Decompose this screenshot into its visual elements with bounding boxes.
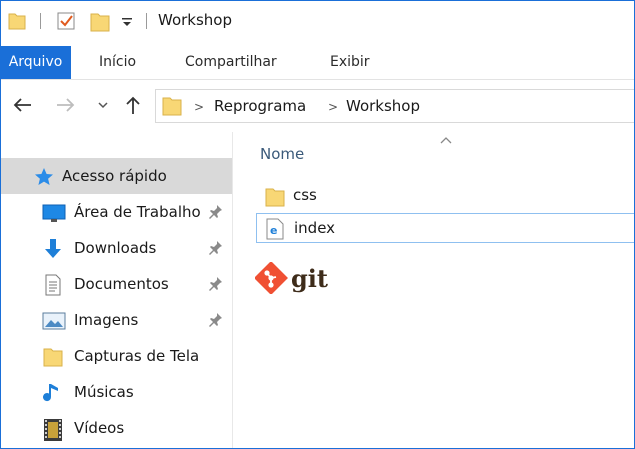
sidebar-item-imagens[interactable]: Imagens [0, 302, 232, 338]
tab-exibir[interactable]: Exibir [330, 46, 370, 79]
sidebar-item-label: Documentos [74, 275, 169, 293]
file-name: css [293, 186, 317, 204]
git-logo-text: git [291, 264, 328, 293]
breadcrumb-separator: > [328, 100, 339, 114]
sidebar-item-acesso-rapido[interactable]: Acesso rápido [0, 158, 232, 194]
navigation-pane: Acesso rápido Área de Trabalho Downloads… [0, 132, 232, 449]
breadcrumb-separator: > [194, 100, 205, 114]
properties-checkbox-icon[interactable] [56, 11, 76, 35]
file-row-css[interactable]: css [256, 181, 635, 211]
folder-icon [162, 95, 182, 121]
desktop-icon [42, 202, 66, 224]
sidebar-item-videos[interactable]: Vídeos [0, 410, 232, 446]
pin-icon[interactable] [207, 204, 223, 220]
download-arrow-icon [42, 238, 64, 260]
sidebar-item-label: Acesso rápido [62, 167, 167, 185]
folder-icon[interactable] [8, 11, 26, 35]
window-title: Workshop [158, 11, 233, 29]
breadcrumb-reprograma[interactable]: Reprograma [214, 97, 306, 115]
document-icon [42, 274, 64, 296]
back-arrow-icon[interactable] [11, 94, 33, 116]
sidebar-item-musicas[interactable]: Músicas [0, 374, 232, 410]
folder-icon [42, 346, 64, 368]
sidebar-item-label: Área de Trabalho [74, 203, 201, 221]
navigation-bar: > Reprograma > Workshop [0, 80, 635, 132]
sidebar-item-downloads[interactable]: Downloads [0, 230, 232, 266]
customize-toolbar-dropdown-icon[interactable] [121, 13, 133, 33]
music-note-icon [42, 382, 64, 404]
star-icon [33, 166, 55, 188]
folder-icon [264, 186, 286, 212]
sidebar-item-label: Vídeos [74, 419, 125, 437]
sidebar-item-label: Downloads [74, 239, 157, 257]
sidebar-item-label: Imagens [74, 311, 139, 329]
ribbon-tabs: Arquivo Início Compartilhar Exibir [0, 46, 635, 80]
sidebar-item-label: Músicas [74, 383, 134, 401]
up-arrow-icon[interactable] [122, 94, 144, 116]
breadcrumb-workshop[interactable]: Workshop [346, 97, 420, 115]
tab-arquivo[interactable]: Arquivo [0, 46, 71, 79]
address-bar[interactable]: > Reprograma > Workshop [155, 89, 635, 123]
separator [40, 13, 41, 29]
file-row-index[interactable]: e index [256, 213, 635, 243]
title-bar: Workshop [0, 0, 635, 46]
tab-inicio[interactable]: Início [99, 46, 136, 79]
recent-locations-chevron-down-icon[interactable] [92, 94, 114, 116]
sort-ascending-chevron-up-icon [438, 132, 454, 151]
sidebar-item-documentos[interactable]: Documentos [0, 266, 232, 302]
film-icon [42, 418, 64, 441]
column-header-nome[interactable]: Nome [260, 145, 304, 163]
sidebar-item-area-de-trabalho[interactable]: Área de Trabalho [0, 194, 232, 230]
git-logo: git [254, 261, 335, 298]
edge-html-file-icon: e [265, 218, 285, 244]
separator [146, 13, 147, 29]
pin-icon[interactable] [207, 312, 223, 328]
pin-icon[interactable] [207, 240, 223, 256]
forward-arrow-icon[interactable] [55, 94, 77, 116]
sidebar-item-capturas-de-tela[interactable]: Capturas de Tela [0, 338, 232, 374]
tab-compartilhar[interactable]: Compartilhar [185, 46, 277, 79]
sidebar-item-label: Capturas de Tela [74, 347, 200, 365]
image-icon [42, 310, 66, 332]
new-folder-icon[interactable] [90, 11, 110, 37]
pin-icon[interactable] [207, 276, 223, 292]
svg-text:e: e [270, 224, 277, 237]
file-list: Nome css e index git [233, 132, 635, 449]
file-name: index [294, 219, 336, 237]
